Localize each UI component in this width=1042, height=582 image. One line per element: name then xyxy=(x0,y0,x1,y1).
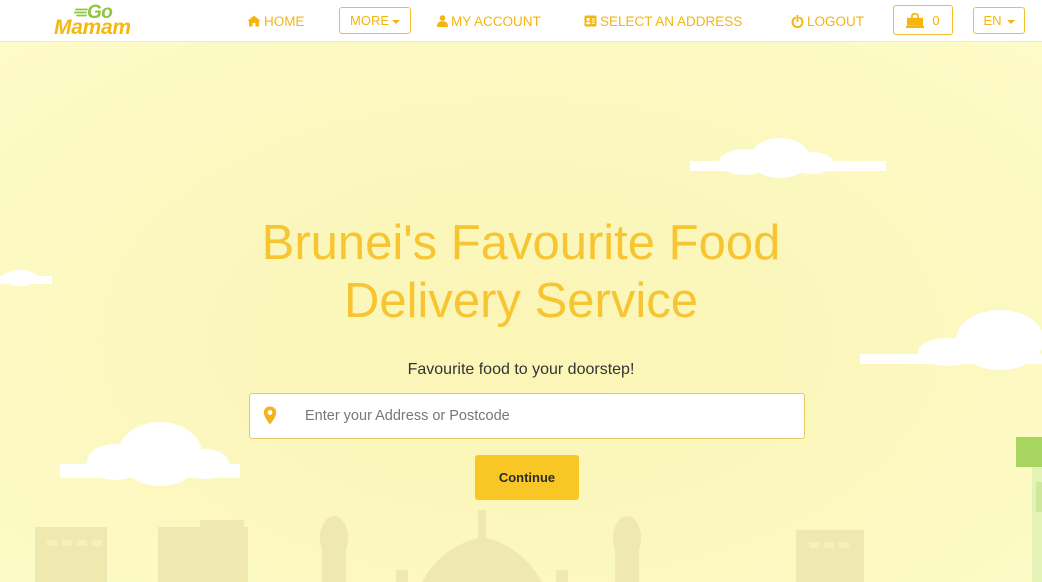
address-input[interactable] xyxy=(305,394,785,438)
caret-down-icon xyxy=(392,19,400,24)
cloud-bottom-left xyxy=(60,422,240,486)
cart-button[interactable]: 0 xyxy=(893,5,953,35)
logo-mamam-text: Mamam xyxy=(54,16,131,39)
nav-home-label: HOME xyxy=(264,13,305,29)
home-icon xyxy=(247,15,261,27)
nav-more-label: MORE xyxy=(350,13,389,28)
user-icon xyxy=(437,15,448,27)
cloud-top-right xyxy=(690,138,886,178)
cart-count: 0 xyxy=(932,12,940,28)
hero-headline-line1: Brunei's Favourite Food xyxy=(261,216,781,270)
hero-tagline: Favourite food to your doorstep! xyxy=(407,361,635,378)
continue-button[interactable]: Continue xyxy=(475,455,579,500)
nav-my-account[interactable]: MY ACCOUNT xyxy=(437,0,541,42)
nav-logout[interactable]: LOGOUT xyxy=(791,0,864,42)
language-dropdown[interactable]: EN xyxy=(973,7,1025,34)
caret-down-icon xyxy=(1006,19,1015,24)
shopping-bag-icon xyxy=(906,12,925,28)
nav-select-address-label: SELECT AN ADDRESS xyxy=(600,13,743,29)
top-navbar: Go Mamam HOME MORE MY ACCOUNT SELECT AN … xyxy=(0,0,1042,42)
nav-home[interactable]: HOME xyxy=(247,0,305,42)
hero-headline: Brunei's Favourite Food Delivery Service xyxy=(0,214,1042,330)
nav-logout-label: LOGOUT xyxy=(807,13,865,29)
gomamam-logo[interactable]: Go Mamam xyxy=(52,2,147,40)
hero-headline-line2: Delivery Service xyxy=(344,274,698,328)
nav-select-address[interactable]: SELECT AN ADDRESS xyxy=(584,0,742,42)
address-card-icon xyxy=(584,15,597,27)
map-pin-icon xyxy=(263,406,277,425)
hero-section: Brunei's Favourite Food Delivery Service… xyxy=(0,42,1042,582)
address-search-box[interactable] xyxy=(249,393,805,439)
power-icon xyxy=(791,14,804,28)
nav-more-dropdown[interactable]: MORE xyxy=(339,7,411,34)
nav-my-account-label: MY ACCOUNT xyxy=(451,13,541,29)
language-label: EN xyxy=(983,13,1002,28)
